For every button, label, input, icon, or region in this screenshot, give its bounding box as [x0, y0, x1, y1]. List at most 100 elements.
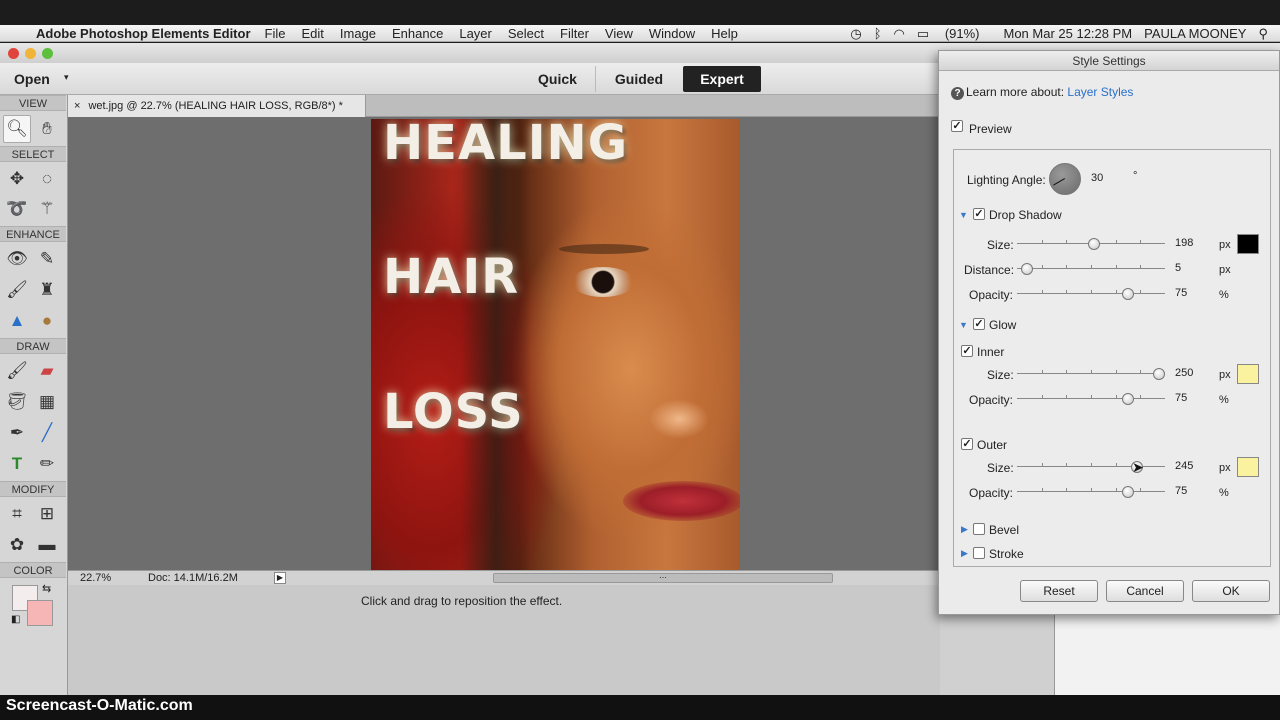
slider-knob[interactable]: [1088, 238, 1100, 250]
slider-knob[interactable]: [1122, 393, 1134, 405]
swap-colors-icon[interactable]: ⇆: [42, 582, 51, 595]
blur-tool-icon[interactable]: ▲: [3, 307, 31, 335]
line-tool-icon[interactable]: ╱: [33, 419, 61, 447]
drop-shadow-checkbox[interactable]: [973, 208, 985, 220]
ok-button[interactable]: OK: [1192, 580, 1270, 602]
slider-track[interactable]: [1017, 293, 1165, 294]
content-aware-move-tool-icon[interactable]: ✿: [3, 531, 31, 559]
status-menu-arrow-icon[interactable]: ▶: [274, 572, 286, 584]
time-machine-icon[interactable]: ◷: [850, 26, 861, 42]
outer-glow-size-value[interactable]: 245: [1175, 460, 1193, 472]
drop-shadow-expand-icon[interactable]: ▼: [959, 210, 968, 220]
minimize-window-button[interactable]: [25, 48, 36, 59]
reset-button[interactable]: Reset: [1020, 580, 1098, 602]
marquee-tool-icon[interactable]: ◌: [33, 165, 61, 193]
outer-glow-opacity-value[interactable]: 75: [1175, 485, 1187, 497]
inner-glow-opacity-slider[interactable]: [1017, 393, 1165, 405]
bevel-expand-icon[interactable]: ▶: [961, 524, 968, 535]
preview-checkbox[interactable]: [951, 120, 963, 132]
drop-shadow-distance-slider[interactable]: [1017, 263, 1165, 275]
recompose-tool-icon[interactable]: ⊞: [33, 500, 61, 528]
drop-shadow-opacity-value[interactable]: 75: [1175, 287, 1187, 299]
menu-file[interactable]: File: [265, 26, 286, 41]
horizontal-scrollbar[interactable]: ⋯: [493, 573, 833, 583]
menu-help[interactable]: Help: [711, 26, 738, 41]
text-layer-hair[interactable]: HAIR: [383, 249, 519, 305]
glow-expand-icon[interactable]: ▼: [959, 320, 968, 330]
zoom-window-button[interactable]: [42, 48, 53, 59]
inner-glow-opacity-value[interactable]: 75: [1175, 392, 1187, 404]
document-tab[interactable]: × wet.jpg @ 22.7% (HEALING HAIR LOSS, RGB…: [68, 95, 366, 117]
red-eye-tool-icon[interactable]: 👁︎: [3, 245, 31, 273]
drop-shadow-opacity-slider[interactable]: [1017, 288, 1165, 300]
slider-knob[interactable]: [1153, 368, 1165, 380]
menu-layer[interactable]: Layer: [459, 26, 492, 41]
clone-stamp-tool-icon[interactable]: ♜: [33, 276, 61, 304]
eyedropper-tool-icon[interactable]: ✒: [3, 419, 31, 447]
menu-edit[interactable]: Edit: [301, 26, 323, 41]
drop-shadow-size-value[interactable]: 198: [1175, 237, 1193, 249]
slider-knob[interactable]: [1122, 486, 1134, 498]
outer-glow-checkbox[interactable]: [961, 438, 973, 450]
zoom-tool-icon[interactable]: 🔍︎: [3, 115, 31, 143]
user-menu[interactable]: PAULA MOONEY: [1144, 26, 1246, 41]
bevel-checkbox[interactable]: [973, 523, 985, 535]
inner-glow-color-swatch[interactable]: [1237, 364, 1259, 384]
outer-glow-color-swatch[interactable]: [1237, 457, 1259, 477]
layer-styles-link[interactable]: Layer Styles: [1067, 85, 1133, 99]
document-image[interactable]: HEALING HAIR LOSS: [371, 119, 740, 570]
smart-brush-tool-icon[interactable]: 🖌︎: [3, 276, 31, 304]
background-color-swatch[interactable]: [27, 600, 53, 626]
inner-glow-size-slider[interactable]: [1017, 368, 1165, 380]
gradient-tool-icon[interactable]: ▦: [33, 388, 61, 416]
paint-bucket-tool-icon[interactable]: 🪣︎: [3, 388, 31, 416]
stroke-checkbox[interactable]: [973, 547, 985, 559]
open-button[interactable]: Open: [14, 71, 50, 87]
move-tool-icon[interactable]: ✥: [3, 165, 31, 193]
glow-checkbox[interactable]: [973, 318, 985, 330]
spot-healing-tool-icon[interactable]: ✎: [33, 245, 61, 273]
menu-image[interactable]: Image: [340, 26, 376, 41]
mode-guided-tab[interactable]: Guided: [598, 66, 680, 92]
menu-enhance[interactable]: Enhance: [392, 26, 443, 41]
crop-tool-icon[interactable]: ⌗: [3, 500, 31, 528]
text-layer-loss[interactable]: LOSS: [383, 384, 524, 440]
mode-expert-tab[interactable]: Expert: [683, 66, 761, 92]
pencil-tool-icon[interactable]: ✏︎: [33, 450, 61, 478]
clock[interactable]: Mon Mar 25 12:28 PM: [1004, 26, 1133, 41]
text-layer-healing[interactable]: HEALING: [383, 119, 628, 171]
spotlight-search-icon[interactable]: ⚲: [1258, 26, 1268, 42]
drop-shadow-distance-value[interactable]: 5: [1175, 262, 1181, 274]
menu-view[interactable]: View: [605, 26, 633, 41]
type-tool-icon[interactable]: T: [3, 450, 31, 478]
magic-wand-tool-icon[interactable]: ⚚: [33, 195, 61, 223]
close-window-button[interactable]: [8, 48, 19, 59]
cancel-button[interactable]: Cancel: [1106, 580, 1184, 602]
open-dropdown-arrow-icon[interactable]: ▾: [64, 72, 69, 83]
default-colors-icon[interactable]: ◧: [11, 614, 20, 625]
lasso-tool-icon[interactable]: ➰: [3, 195, 31, 223]
wifi-icon[interactable]: ◠: [894, 26, 905, 42]
app-name-menu[interactable]: Adobe Photoshop Elements Editor: [36, 26, 251, 41]
slider-knob[interactable]: [1122, 288, 1134, 300]
mode-quick-tab[interactable]: Quick: [520, 66, 596, 92]
zoom-level[interactable]: 22.7%: [80, 572, 111, 584]
close-document-icon[interactable]: ×: [74, 100, 80, 112]
stroke-expand-icon[interactable]: ▶: [961, 548, 968, 559]
slider-track[interactable]: [1017, 491, 1165, 492]
sponge-tool-icon[interactable]: ●: [33, 307, 61, 335]
slider-track[interactable]: [1017, 398, 1165, 399]
bluetooth-icon[interactable]: ᛒ: [874, 26, 882, 41]
battery-status[interactable]: ▭ (91%): [917, 26, 992, 42]
straighten-tool-icon[interactable]: ▬: [33, 531, 61, 559]
eraser-tool-icon[interactable]: ▰: [33, 357, 61, 385]
drop-shadow-size-slider[interactable]: [1017, 238, 1165, 250]
menu-filter[interactable]: Filter: [560, 26, 589, 41]
drop-shadow-color-swatch[interactable]: [1237, 234, 1259, 254]
lighting-angle-dial[interactable]: [1049, 163, 1081, 195]
menu-select[interactable]: Select: [508, 26, 544, 41]
slider-knob[interactable]: [1021, 263, 1033, 275]
brush-tool-icon[interactable]: 🖌︎: [3, 357, 31, 385]
inner-glow-checkbox[interactable]: [961, 345, 973, 357]
hand-tool-icon[interactable]: ✋︎: [33, 115, 61, 143]
